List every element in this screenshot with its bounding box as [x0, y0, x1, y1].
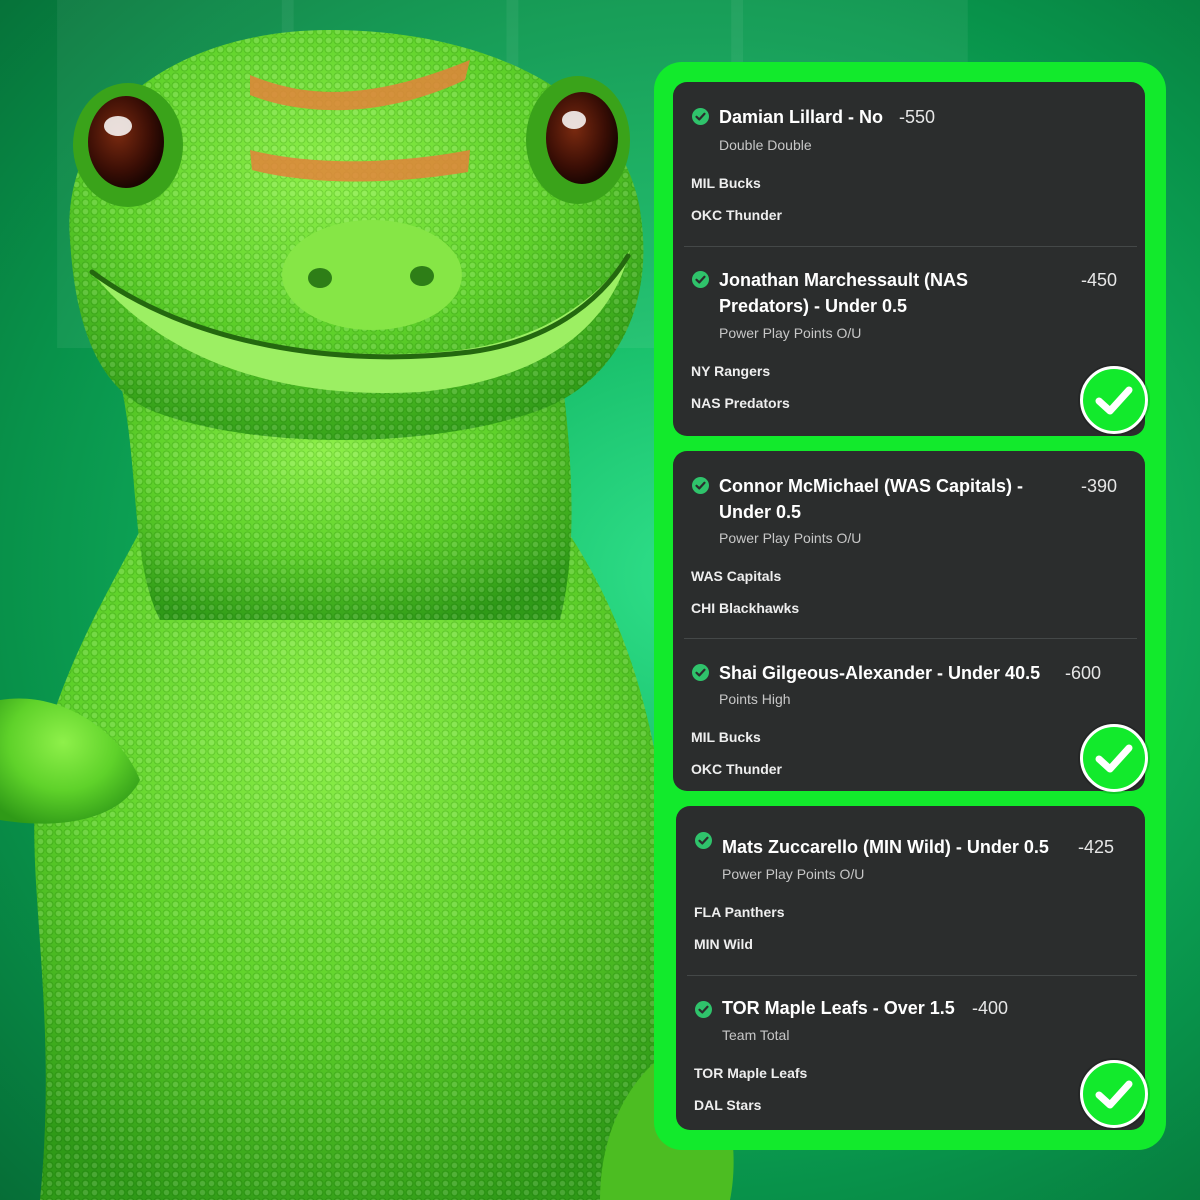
team-name: NAS Predators	[691, 395, 790, 411]
bet-selection: Jonathan Marchessault (NAS Predators) - …	[719, 270, 969, 316]
bet-odds: -425	[1078, 837, 1115, 857]
check-circle-icon	[695, 1001, 712, 1018]
team-name: WAS Capitals	[691, 568, 782, 584]
bet-selection: Connor McMichael (WAS Capitals) - Under …	[719, 476, 1024, 522]
bet-selection: Damian Lillard - No	[719, 107, 884, 127]
team-name: DAL Stars	[694, 1097, 762, 1113]
bet-leg: Mats Zuccarello (MIN Wild) - Under 0.5 -…	[676, 806, 1145, 976]
bet-slip-card-1: Damian Lillard - No -550 Double Double M…	[673, 82, 1145, 436]
bet-slip-card-3: Mats Zuccarello (MIN Wild) - Under 0.5 -…	[676, 806, 1145, 1130]
gecko-left-eye	[88, 96, 164, 188]
check-circle-icon	[692, 664, 709, 681]
check-circle-icon	[692, 271, 709, 288]
big-check-badge-icon	[1080, 1060, 1148, 1128]
bet-selection: Mats Zuccarello (MIN Wild) - Under 0.5	[722, 837, 1049, 857]
team-name: CHI Blackhawks	[691, 600, 800, 616]
gecko-right-eye	[546, 92, 618, 184]
team-name: MIN Wild	[694, 936, 753, 952]
bet-leg: TOR Maple Leafs - Over 1.5 -400 Team Tot…	[676, 975, 1145, 1130]
team-name: FLA Panthers	[694, 904, 785, 920]
bet-market: Team Total	[722, 1027, 790, 1043]
bet-leg: Shai Gilgeous-Alexander - Under 40.5 -60…	[673, 638, 1145, 791]
team-name: MIL Bucks	[691, 175, 761, 191]
bet-leg: Damian Lillard - No -550 Double Double M…	[673, 82, 1145, 246]
big-check-badge-icon	[1080, 366, 1148, 434]
bet-market: Power Play Points O/U	[722, 866, 865, 882]
bet-slip-card-2: Connor McMichael (WAS Capitals) - Under …	[673, 451, 1145, 791]
bet-leg: Connor McMichael (WAS Capitals) - Under …	[673, 451, 1145, 639]
bet-selection: TOR Maple Leafs - Over 1.5	[722, 998, 955, 1018]
bet-selection: Shai Gilgeous-Alexander - Under 40.5	[719, 663, 1041, 683]
bet-leg: Jonathan Marchessault (NAS Predators) - …	[673, 245, 1145, 436]
gecko-mascot-illustration	[0, 30, 734, 1200]
check-circle-icon	[695, 832, 712, 849]
team-name: NY Rangers	[691, 363, 771, 379]
bet-odds: -400	[972, 998, 1009, 1018]
team-name: OKC Thunder	[691, 207, 782, 223]
big-check-badge-icon	[1080, 724, 1148, 792]
bet-odds: -600	[1065, 663, 1102, 683]
check-circle-icon	[692, 477, 709, 494]
bet-market: Power Play Points O/U	[719, 325, 862, 341]
bet-market: Double Double	[719, 137, 812, 153]
bet-odds: -390	[1081, 476, 1118, 496]
bet-market: Points High	[719, 691, 791, 707]
team-name: MIL Bucks	[691, 729, 761, 745]
team-name: OKC Thunder	[691, 761, 782, 777]
bet-odds: -450	[1081, 270, 1118, 290]
team-name: TOR Maple Leafs	[694, 1065, 808, 1081]
check-circle-icon	[692, 108, 709, 125]
bet-market: Power Play Points O/U	[719, 530, 862, 546]
bet-odds: -550	[899, 107, 936, 127]
